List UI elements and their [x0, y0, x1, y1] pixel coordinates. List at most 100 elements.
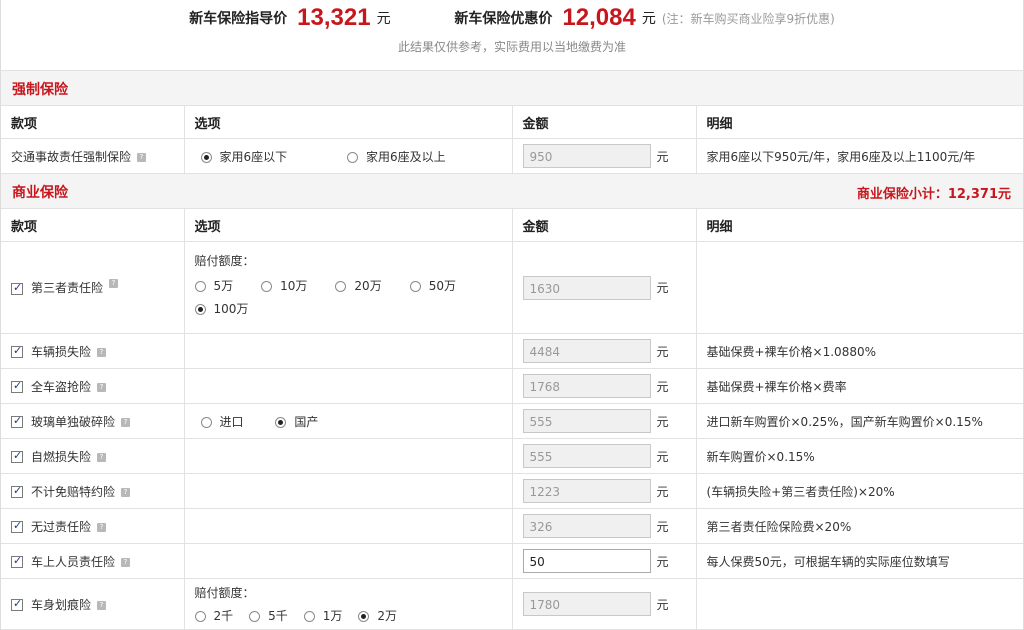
amount-field[interactable]: 950: [522, 144, 651, 168]
table-row: 车辆损失险? 4484 元 基础保费+裸车价格×1.0880%: [1, 333, 1023, 369]
item-name: 车辆损失险: [31, 344, 92, 359]
scratch-option-2k[interactable]: 2千: [194, 607, 234, 624]
amount-field[interactable]: 555: [522, 444, 651, 468]
col-detail: 明细: [696, 209, 1023, 242]
glass-option-imported[interactable]: 进口: [200, 413, 244, 430]
checkbox-theft[interactable]: [11, 379, 23, 393]
coverage-options: 2千 5千 1万 2万: [194, 607, 502, 624]
table-header: 款项 选项 金额 明细: [1, 209, 1023, 242]
amount-field[interactable]: 1780: [522, 592, 651, 616]
amount-unit: 元: [656, 449, 669, 464]
table-row: 玻璃单独破碎险? 进口 国产 555 元 进口新车购置价×0.25%，国产新车购置…: [1, 403, 1023, 439]
help-icon[interactable]: ?: [97, 452, 107, 462]
detail-text: [696, 578, 1023, 630]
coverage-options: 5万 10万 20万 50万 100万: [194, 277, 502, 323]
radio-icon[interactable]: [335, 281, 347, 292]
radio-icon[interactable]: [409, 281, 421, 292]
item-name: 交通事故责任强制保险: [11, 149, 132, 164]
help-icon[interactable]: ?: [97, 600, 107, 610]
scratch-option-10k[interactable]: 1万: [303, 607, 342, 624]
table-row: 第三者责任险? 赔付额度： 5万 10万 20万 50万 100万 1630 元: [1, 241, 1023, 334]
checkbox-glass[interactable]: [11, 414, 23, 428]
checkbox-self-ignition[interactable]: [11, 449, 23, 463]
table-row: 车上人员责任险? 50 元 每人保费50元，可根据车辆的实际座位数填写: [1, 543, 1023, 579]
item-name: 第三者责任险: [31, 281, 104, 295]
amount-field[interactable]: 4484: [522, 339, 651, 363]
option-label: 5千: [268, 609, 288, 623]
coverage-option-20w[interactable]: 20万: [335, 277, 382, 294]
radio-icon[interactable]: [358, 611, 370, 622]
amount-unit: 元: [656, 519, 669, 534]
amount-unit: 元: [656, 597, 669, 612]
amount-unit: 元: [656, 554, 669, 569]
radio-icon[interactable]: [346, 151, 358, 163]
help-icon[interactable]: ?: [97, 522, 107, 532]
coverage-option-100w[interactable]: 100万: [194, 300, 248, 317]
checkbox-no-fault[interactable]: [11, 519, 23, 533]
amount-unit: 元: [656, 484, 669, 499]
checkbox-scratch[interactable]: [11, 597, 23, 611]
scratch-option-5k[interactable]: 5千: [249, 607, 288, 624]
scratch-option-20k[interactable]: 2万: [358, 607, 397, 624]
table-row: 全车盗抢险? 1768 元 基础保费+裸车价格×费率: [1, 368, 1023, 404]
seat-option-6-plus[interactable]: 家用6座及以上: [346, 148, 446, 165]
option-label: 2千: [213, 609, 234, 623]
detail-text: 基础保费+裸车价格×1.0880%: [696, 333, 1023, 369]
radio-icon[interactable]: [194, 304, 206, 315]
option-label: 20万: [354, 279, 382, 293]
checkbox-no-deductible[interactable]: [11, 484, 23, 498]
radio-icon[interactable]: [194, 611, 206, 622]
seat-option-under-6[interactable]: 家用6座以下: [200, 148, 287, 165]
mandatory-section-title: 强制保险: [12, 82, 68, 98]
detail-text: 家用6座以下950元/年，家用6座及以上1100元/年: [696, 138, 1023, 174]
commercial-subtotal: 商业保险小计：12,371元: [856, 187, 1011, 202]
coverage-option-50w[interactable]: 50万: [409, 277, 456, 294]
radio-icon[interactable]: [261, 281, 273, 292]
coverage-option-5w[interactable]: 5万: [194, 277, 233, 294]
detail-text: [696, 241, 1023, 334]
radio-icon[interactable]: [194, 281, 206, 292]
discount-note: (注：新车购买商业险享9折优惠): [661, 11, 835, 26]
amount-field[interactable]: 1768: [522, 374, 651, 398]
help-icon[interactable]: ?: [109, 279, 119, 288]
detail-text: 新车购置价×0.15%: [696, 438, 1023, 474]
help-icon[interactable]: ?: [121, 487, 131, 497]
radio-icon[interactable]: [200, 151, 212, 163]
insurance-calculator: 新车保险指导价 13,321 元 新车保险优惠价 12,084 元 (注：新车购买商业险享…: [0, 0, 1024, 630]
table-row: 自燃损失险? 555 元 新车购置价×0.15%: [1, 438, 1023, 474]
checkbox-passenger[interactable]: [11, 554, 23, 568]
item-name: 不计免赔特约险: [31, 484, 116, 499]
discount-price-label: 新车保险优惠价: [454, 11, 553, 27]
amount-field[interactable]: 1223: [522, 479, 651, 503]
amount-field[interactable]: 1630: [522, 275, 651, 300]
radio-icon[interactable]: [200, 416, 212, 428]
checkbox-vehicle-damage[interactable]: [11, 344, 23, 358]
table-row: 车身划痕险? 赔付额度： 2千 5千 1万 2万 1780 元: [1, 578, 1023, 630]
radio-icon[interactable]: [303, 611, 315, 622]
item-name: 全车盗抢险: [31, 379, 92, 394]
radio-icon[interactable]: [249, 611, 261, 622]
amount-field[interactable]: 555: [522, 409, 651, 433]
help-icon[interactable]: ?: [137, 152, 147, 162]
help-icon[interactable]: ?: [97, 382, 107, 392]
glass-option-domestic[interactable]: 国产: [275, 413, 318, 430]
price-line: 新车保险指导价 13,321 元 新车保险优惠价 12,084 元 (注：新车购买商业险享…: [1, 4, 1023, 32]
radio-icon[interactable]: [275, 416, 287, 428]
help-icon[interactable]: ?: [121, 557, 131, 567]
amount-field[interactable]: 326: [522, 514, 651, 538]
coverage-label: 赔付额度：: [194, 254, 255, 268]
item-name: 车身划痕险: [31, 597, 92, 612]
passenger-amount-input[interactable]: 50: [522, 549, 651, 573]
guide-price-label: 新车保险指导价: [189, 11, 288, 27]
col-options: 选项: [184, 106, 513, 139]
checkbox-third-party[interactable]: [11, 281, 23, 295]
table-row: 不计免赔特约险? 1223 元 (车辆损失险+第三者责任险)×20%: [1, 473, 1023, 509]
help-icon[interactable]: ?: [97, 347, 107, 357]
guide-price-unit: 元: [376, 11, 391, 27]
commercial-section-title: 商业保险: [12, 185, 68, 201]
coverage-option-10w[interactable]: 10万: [261, 277, 307, 294]
amount-unit: 元: [656, 344, 669, 359]
table-row: 交通事故责任强制保险? 家用6座以下 家用6座及以上 950 元 家用6座以下95…: [1, 138, 1023, 174]
help-icon[interactable]: ?: [121, 417, 131, 427]
guide-price-value: 13,321: [297, 4, 371, 31]
